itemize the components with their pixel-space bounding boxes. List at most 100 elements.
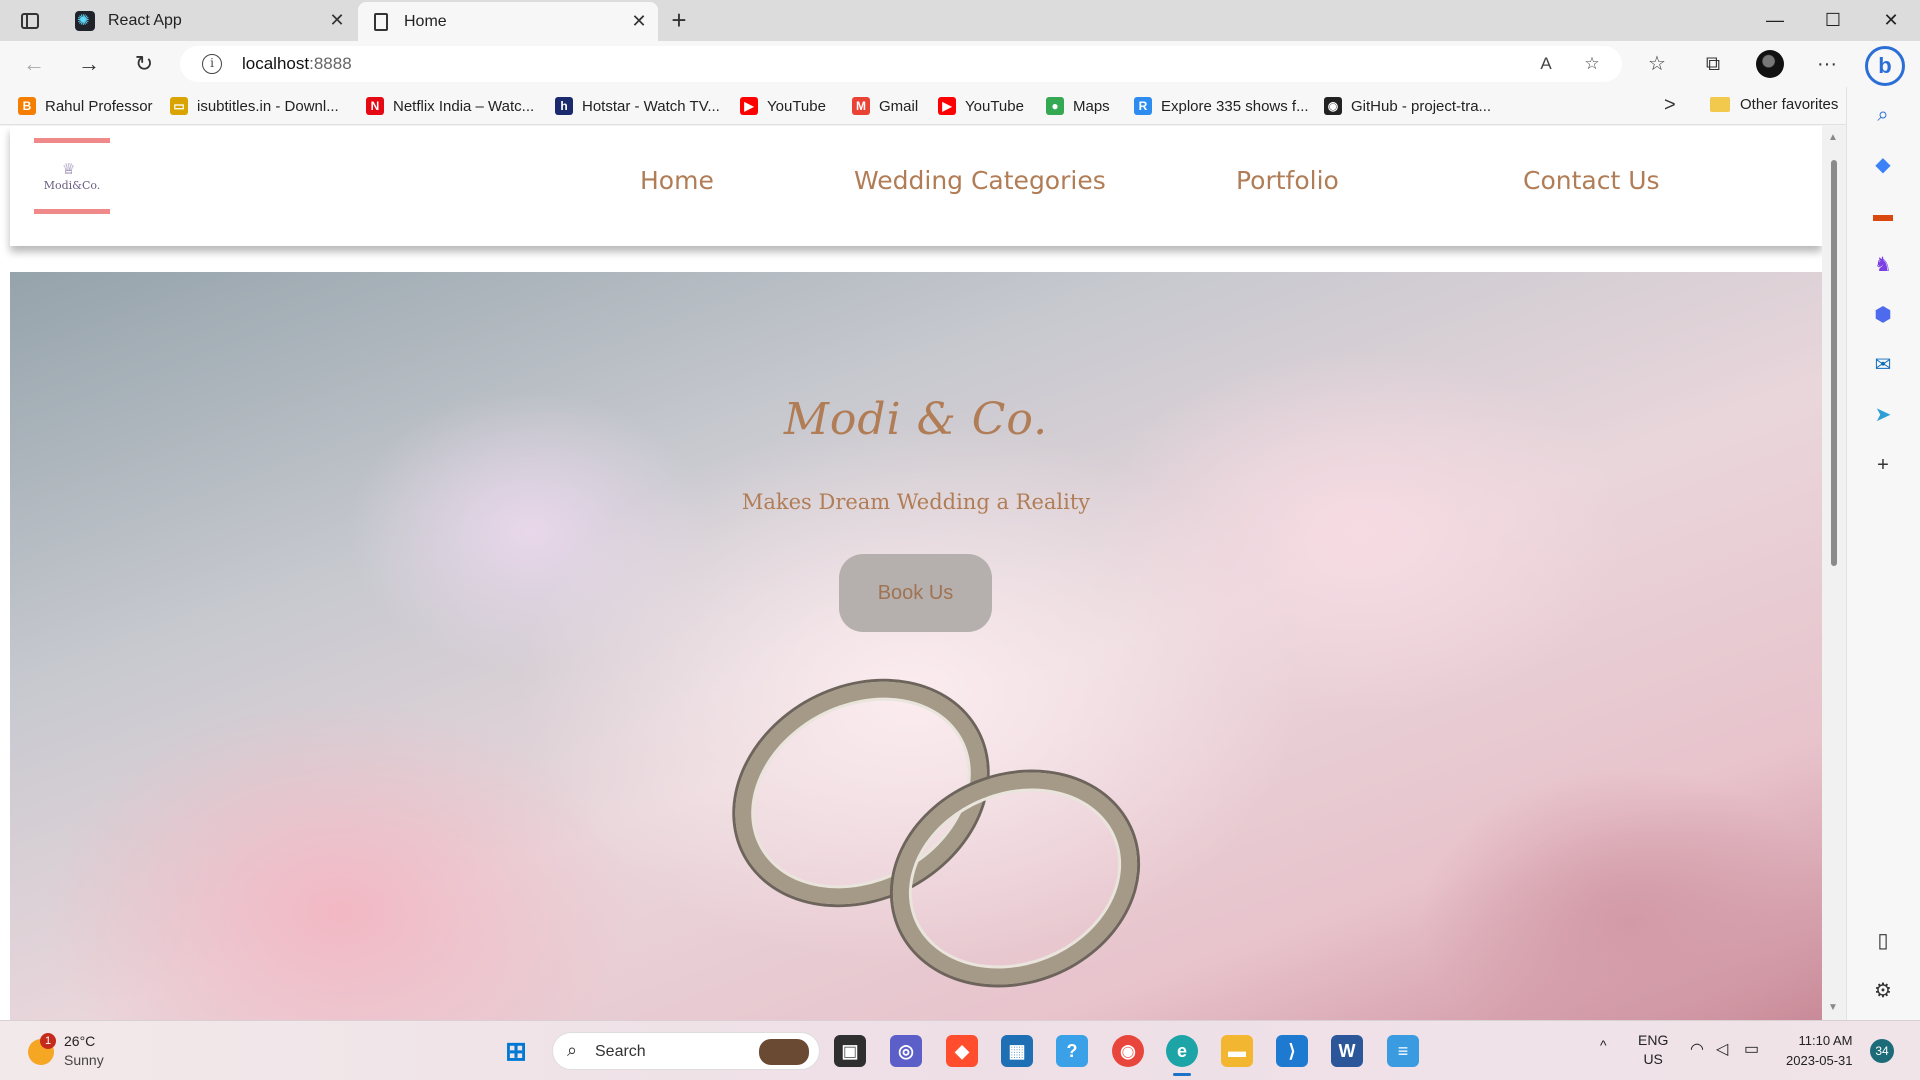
site-logo[interactable]: ♕ Modi&Co. [34, 138, 110, 214]
nav-contact-us[interactable]: Contact Us [1523, 166, 1660, 195]
word-icon[interactable]: W [1331, 1035, 1363, 1067]
task-view-icon[interactable]: ▣ [834, 1035, 866, 1067]
url-text: localhost:8888 [242, 54, 352, 74]
reload-button[interactable]: ↻ [128, 48, 160, 80]
chrome-icon[interactable]: ◉ [1112, 1035, 1144, 1067]
taskbar-search[interactable]: ⌕ Search [552, 1032, 820, 1070]
favorite-rahul-professor[interactable]: B Rahul Professor [18, 96, 153, 116]
github-icon: ◉ [1324, 97, 1342, 115]
netflix-icon: N [366, 97, 384, 115]
clock-time: 11:10 AM [1798, 1033, 1853, 1048]
tab-title: React App [108, 11, 182, 29]
add-favorite-icon[interactable]: ☆ [1580, 52, 1604, 76]
logo-bar-top [34, 138, 110, 143]
site-info-icon[interactable]: i [202, 54, 222, 74]
outlook-icon[interactable]: ✉ [1869, 351, 1897, 379]
close-window-button[interactable]: ✕ [1862, 0, 1920, 41]
copilot-icon[interactable]: b [1865, 46, 1905, 86]
edge-icon[interactable]: e [1166, 1035, 1198, 1067]
favorite-label: Maps [1073, 97, 1110, 115]
tab-actions-button[interactable] [16, 8, 44, 34]
search-icon: ⌕ [567, 1040, 578, 1060]
close-tab-icon[interactable]: ✕ [326, 10, 348, 31]
file-explorer-icon[interactable]: ▬ [1221, 1035, 1253, 1067]
favorites-icon[interactable]: ☆ [1642, 50, 1672, 78]
forward-button[interactable]: → [73, 48, 105, 80]
language-indicator[interactable]: ENG US [1638, 1031, 1668, 1069]
battery-icon[interactable]: ▭ [1744, 1039, 1759, 1059]
add-sidebar-app-icon[interactable]: + [1869, 451, 1897, 479]
favorite-netflix[interactable]: N Netflix India – Watc... [366, 96, 534, 116]
weather-widget[interactable]: 1 26°C Sunny [28, 1031, 168, 1071]
url-host: localhost [242, 54, 310, 73]
drop-icon[interactable]: ➤ [1869, 401, 1897, 429]
search-icon[interactable]: ⌕ [1869, 101, 1897, 129]
edge-sidebar: ⌕ ◆ ▬ ♞ ⬢ ✉ ➤ + ▯ ⚙ [1846, 87, 1920, 1020]
collections-icon[interactable]: ⧉ [1698, 50, 1728, 78]
other-favorites[interactable]: Other favorites [1710, 96, 1838, 113]
scroll-down-icon[interactable]: ▼ [1828, 1002, 1838, 1013]
wifi-icon[interactable]: ◠ [1690, 1039, 1704, 1059]
language: ENG [1638, 1032, 1669, 1048]
favorite-hotstar[interactable]: h Hotstar - Watch TV... [555, 96, 720, 116]
weather-alert-badge: 1 [40, 1033, 56, 1049]
nav-home[interactable]: Home [640, 166, 714, 195]
back-button[interactable]: ← [18, 48, 50, 80]
vscode-icon[interactable]: ⟩ [1276, 1035, 1308, 1067]
help-icon[interactable]: ? [1056, 1035, 1088, 1067]
hero-subtitle: Makes Dream Wedding a Reality [741, 490, 1091, 514]
tab-title: Home [404, 12, 447, 30]
new-tab-button[interactable]: + [664, 6, 694, 36]
notification-badge[interactable]: 34 [1870, 1039, 1894, 1063]
favorites-overflow-icon[interactable]: > [1664, 94, 1676, 117]
favorite-label: Hotstar - Watch TV... [582, 97, 720, 115]
scroll-up-icon[interactable]: ▲ [1828, 132, 1838, 143]
volume-icon[interactable]: ◁ [1716, 1039, 1728, 1059]
nav-wedding-categories[interactable]: Wedding Categories [854, 166, 1106, 195]
page-scrollbar[interactable]: ▲ ▼ [1822, 126, 1846, 1020]
store-icon[interactable]: ▦ [1001, 1035, 1033, 1067]
search-label: Search [595, 1043, 646, 1060]
close-tab-icon[interactable]: ✕ [628, 11, 650, 32]
tab-strip: React App ✕ Home ✕ + — ☐ ✕ [0, 0, 1920, 41]
tools-icon[interactable]: ▬ [1869, 201, 1897, 229]
favorite-youtube[interactable]: ▶ YouTube [740, 96, 826, 116]
microsoft-365-icon[interactable]: ⬢ [1869, 301, 1897, 329]
favorite-gmail[interactable]: M Gmail [852, 96, 918, 116]
tab-home[interactable]: Home ✕ [358, 2, 658, 41]
start-icon[interactable]: ⊞ [500, 1035, 532, 1067]
favorite-github[interactable]: ◉ GitHub - project-tra... [1324, 96, 1491, 116]
favorite-label: Rahul Professor [45, 97, 153, 115]
hero-title: Modi & Co. [783, 394, 1049, 445]
read-aloud-icon[interactable]: A [1534, 52, 1558, 76]
games-icon[interactable]: ♞ [1869, 251, 1897, 279]
nav-portfolio[interactable]: Portfolio [1236, 166, 1339, 195]
clock-date: 2023-05-31 [1786, 1053, 1853, 1068]
show-hidden-icons[interactable]: ^ [1600, 1037, 1607, 1053]
more-options-icon[interactable]: ··· [1812, 50, 1842, 78]
favorite-label: GitHub - project-tra... [1351, 97, 1492, 115]
favorites-bar: B Rahul Professor ▭ isubtitles.in - Downl.… [0, 87, 1846, 125]
search-highlight-image [759, 1039, 809, 1065]
tab-react-app[interactable]: React App ✕ [62, 0, 356, 41]
settings-icon[interactable]: ⚙ [1869, 977, 1897, 1005]
page-icon [370, 11, 392, 33]
notepad-icon[interactable]: ≡ [1387, 1035, 1419, 1067]
scrollbar-thumb[interactable] [1831, 160, 1837, 566]
office-icon[interactable]: ◆ [946, 1035, 978, 1067]
gmail-icon: M [852, 97, 870, 115]
favorite-isubtitles[interactable]: ▭ isubtitles.in - Downl... [170, 96, 339, 116]
maximize-button[interactable]: ☐ [1804, 0, 1862, 41]
hide-sidebar-icon[interactable]: ▯ [1869, 927, 1897, 955]
profile-avatar[interactable] [1756, 50, 1784, 78]
teams-icon[interactable]: ◎ [890, 1035, 922, 1067]
favorite-maps[interactable]: ● Maps [1046, 96, 1110, 116]
favorite-youtube-2[interactable]: ▶ YouTube [938, 96, 1024, 116]
shopping-icon[interactable]: ◆ [1869, 151, 1897, 179]
minimize-button[interactable]: — [1746, 0, 1804, 41]
book-us-button[interactable]: Book Us [839, 554, 992, 632]
logo-text: Modi&Co. [43, 179, 101, 192]
favorite-explore-shows[interactable]: R Explore 335 shows f... [1134, 96, 1309, 116]
clock[interactable]: 11:10 AM 2023-05-31 [1786, 1031, 1853, 1071]
address-bar[interactable]: i localhost:8888 A ☆ [180, 46, 1622, 82]
